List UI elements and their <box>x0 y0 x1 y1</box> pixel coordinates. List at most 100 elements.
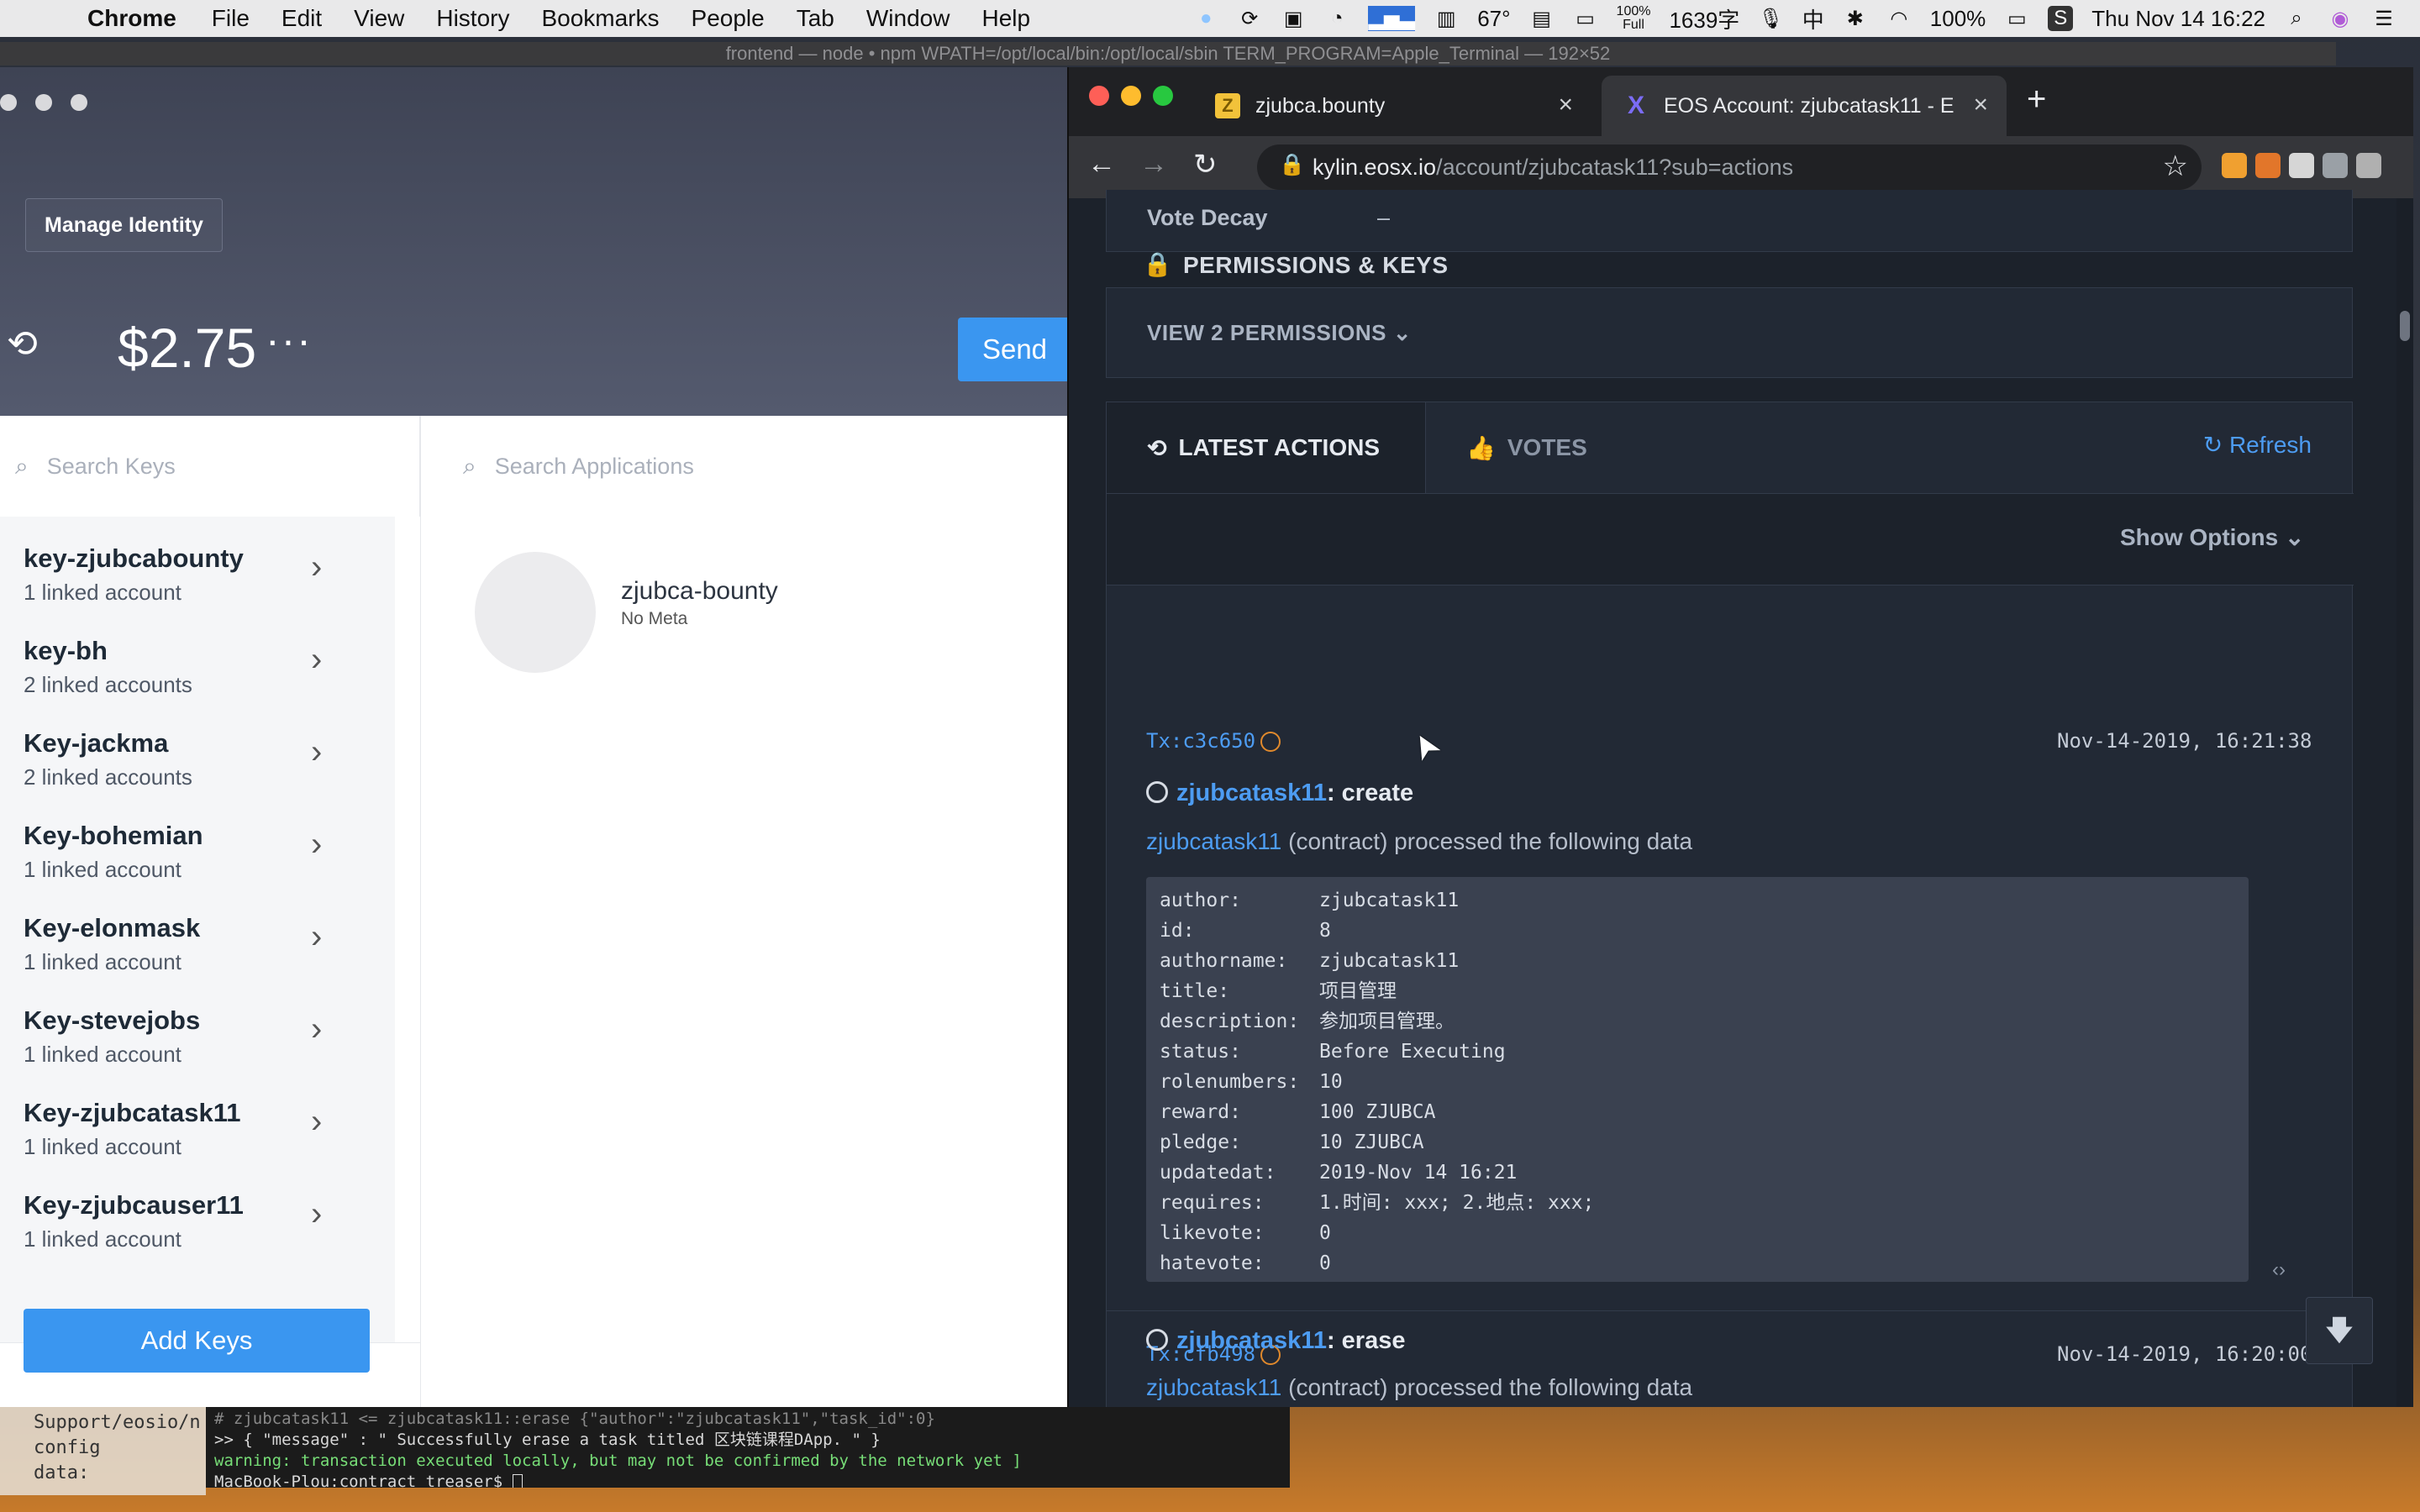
menu-history[interactable]: History <box>436 5 509 32</box>
app-name[interactable]: zjubca-bounty <box>621 577 778 606</box>
menu-edit[interactable]: Edit <box>281 5 322 32</box>
tab-latest-actions[interactable]: ⟲ LATEST ACTIONS <box>1107 402 1426 493</box>
terminal-line: >> { "message" : " Successfully erase a … <box>214 1431 881 1449</box>
balance-more-icon[interactable]: ··· <box>266 316 313 365</box>
data-row: hatevote: 0 <box>1160 1252 1331 1274</box>
battery-icon[interactable]: ▭ <box>2004 6 2029 31</box>
activity-graph-icon[interactable]: ▂▅▃ <box>1368 6 1416 31</box>
zoom-window-button[interactable] <box>71 94 87 111</box>
refresh-link[interactable]: ↻ Refresh <box>2203 431 2312 459</box>
view-permissions-toggle[interactable]: VIEW 2 PERMISSIONS ⌄ <box>1147 320 1412 346</box>
back-icon[interactable]: ← <box>1087 148 1116 181</box>
microphone-icon[interactable]: 🎙 <box>1758 6 1783 31</box>
account-link[interactable]: zjubcatask11 <box>1176 1327 1327 1354</box>
tab-eos-account[interactable]: X EOS Account: zjubcatask11 - E × <box>1602 76 2007 136</box>
address-bar[interactable]: 🔒 kylin.eosx.io/account/zjubcatask11?sub… <box>1257 144 2202 190</box>
bluetooth-icon[interactable]: ✱ <box>1843 6 1868 31</box>
page-scrollbar[interactable] <box>2396 198 2413 1407</box>
tx-hash-link[interactable]: Tx:c3c650 <box>1146 729 1281 753</box>
show-options-toggle[interactable]: Show Options ⌄ <box>2120 523 2304 551</box>
close-tab-icon[interactable]: × <box>1973 91 1988 119</box>
tab-votes[interactable]: 👍 VOTES <box>1426 402 1587 493</box>
wallet-header: Manage Identity ⟲ $2.75 ··· Send <box>0 67 1067 416</box>
spotlight-search-icon[interactable]: ⌕ <box>2284 6 2309 31</box>
refresh-balance-icon[interactable]: ⟲ <box>7 326 44 363</box>
key-list-item[interactable]: Key-jackma 2 linked accounts › <box>0 701 395 794</box>
key-list-item[interactable]: Key-bohemian 1 linked account › <box>0 794 395 886</box>
menu-app-name[interactable]: Chrome <box>87 5 176 32</box>
reload-icon[interactable]: ↻ <box>1193 148 1218 181</box>
search-keys-input[interactable]: ⌕ Search Keys <box>0 416 420 517</box>
speedometer-icon[interactable]: ◔ <box>1324 6 1349 31</box>
wifi-icon[interactable]: ◠ <box>1886 6 1912 31</box>
menu-file[interactable]: File <box>212 5 250 32</box>
app-s-icon[interactable]: S <box>2048 6 2074 31</box>
forward-icon[interactable]: → <box>1139 148 1168 181</box>
zoom-window-button[interactable] <box>1153 86 1173 106</box>
manage-identity-button[interactable]: Manage Identity <box>25 198 223 252</box>
send-button[interactable]: Send <box>958 318 1067 381</box>
terminal-left-line: Support/eosio/n <box>34 1412 201 1433</box>
notification-center-icon[interactable]: ☰ <box>2371 6 2396 31</box>
tx-timestamp: Nov-14-2019, 16:20:00 <box>2057 1342 2312 1366</box>
key-list-item[interactable]: Key-stevejobs 1 linked account › <box>0 979 395 1071</box>
menu-view[interactable]: View <box>354 5 404 32</box>
extension-shield-icon[interactable] <box>2323 153 2348 178</box>
chevron-right-icon: › <box>311 733 323 770</box>
key-list-item[interactable]: Key-elonmask 1 linked account › <box>0 886 395 979</box>
data-row: status: Before Executing <box>1160 1041 1506 1063</box>
extension-translate-icon[interactable] <box>2222 153 2247 178</box>
key-list-item[interactable]: Key-zjubcatask11 1 linked account › <box>0 1071 395 1163</box>
chrome-window: Z zjubca.bounty × X EOS Account: zjubcat… <box>1067 67 2413 1407</box>
battery-percent[interactable]: 100% <box>1930 6 1986 32</box>
screenshot-icon[interactable]: ▣ <box>1281 6 1306 31</box>
tx-data-block[interactable]: author: zjubcatask11 id: 8 authorname: zjub… <box>1146 877 2249 1282</box>
menu-people[interactable]: People <box>692 5 765 32</box>
chart-bars-icon[interactable]: ▥ <box>1434 6 1459 31</box>
app-avatar[interactable] <box>475 552 596 673</box>
minimize-window-button[interactable] <box>35 94 52 111</box>
extension-ninja-icon[interactable] <box>2255 153 2281 178</box>
minimize-window-button[interactable] <box>1121 86 1141 106</box>
input-method[interactable]: 中 <box>1802 3 1824 34</box>
add-keys-button[interactable]: Add Keys <box>24 1309 370 1373</box>
extension-metamask-icon[interactable] <box>2289 153 2314 178</box>
scroll-to-bottom-button[interactable]: 🡇 <box>2306 1297 2373 1364</box>
scroll-thumb[interactable] <box>2400 311 2410 341</box>
menu-help[interactable]: Help <box>981 5 1030 32</box>
sync-icon[interactable]: ⟳ <box>1237 6 1262 31</box>
siri-icon[interactable]: ◉ <box>2328 6 2353 31</box>
close-window-button[interactable] <box>0 94 17 111</box>
contract-link[interactable]: zjubcatask11 <box>1146 1374 1281 1400</box>
data-row: rolenumbers: 10 <box>1160 1071 1343 1093</box>
temperature[interactable]: 67° <box>1477 6 1510 32</box>
extension-glasses-icon[interactable] <box>2356 153 2381 178</box>
close-window-button[interactable] <box>1089 86 1109 106</box>
history-icon: ⟲ <box>1147 434 1167 461</box>
menu-tab[interactable]: Tab <box>797 5 834 32</box>
clock[interactable]: Thu Nov 14 16:22 <box>2091 6 2265 32</box>
terminal-visible-area: Support/eosio/n config data: # zjubcatas… <box>0 1407 1294 1495</box>
battery-small-readout[interactable]: 100% Full <box>1617 5 1651 32</box>
menu-bookmarks[interactable]: Bookmarks <box>541 5 659 32</box>
battery-small-icon[interactable]: ▭ <box>1573 6 1598 31</box>
search-applications-input[interactable]: ⌕ Search Applications <box>463 416 694 517</box>
terminal-prompt[interactable]: MacBook-Plou:contract treaser$ <box>214 1472 1281 1488</box>
word-count[interactable]: 1639字 <box>1669 3 1739 34</box>
tab-zjubca-bounty[interactable]: Z zjubca.bounty × <box>1192 76 1591 136</box>
tx-timestamp: Nov-14-2019, 16:21:38 <box>2057 729 2312 753</box>
display-icon[interactable]: ▤ <box>1529 6 1555 31</box>
key-list-item[interactable]: key-bh 2 linked accounts › <box>0 609 395 701</box>
bookmark-star-icon[interactable]: ☆ <box>2163 150 2188 183</box>
code-view-toggle-icon[interactable]: ‹› <box>2272 1258 2286 1282</box>
terminal-output[interactable]: # zjubcatask11 <= zjubcatask11::erase {"… <box>206 1407 1290 1488</box>
siri-status-icon[interactable]: ● <box>1193 6 1218 31</box>
menu-window[interactable]: Window <box>866 5 950 32</box>
key-list-item[interactable]: key-zjubcabounty 1 linked account › <box>0 517 395 609</box>
key-linked-count: 1 linked account <box>24 580 182 605</box>
new-tab-button[interactable]: + <box>2027 81 2046 118</box>
contract-link[interactable]: zjubcatask11 <box>1146 828 1281 854</box>
account-link[interactable]: zjubcatask11 <box>1176 780 1327 806</box>
key-list-item[interactable]: Key-zjubcauser11 1 linked account › <box>0 1163 395 1256</box>
close-tab-icon[interactable]: × <box>1558 91 1573 119</box>
